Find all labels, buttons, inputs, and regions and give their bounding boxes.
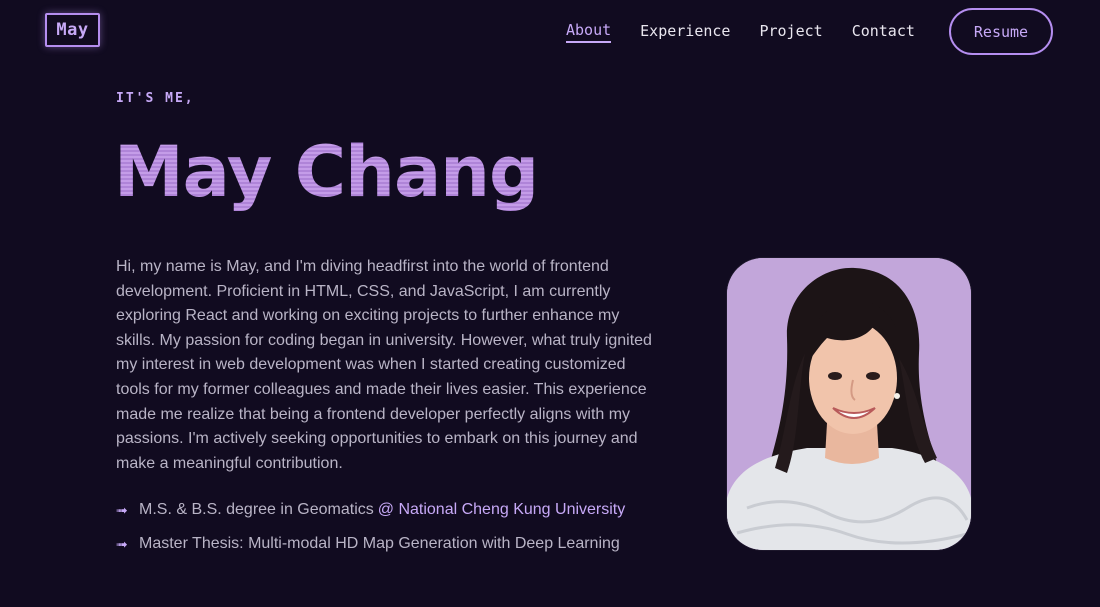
main-nav: About Experience Project Contact: [566, 21, 944, 43]
hero-kicker: IT'S ME,: [116, 91, 195, 106]
education-list: ➟ M.S. & B.S. degree in Geomatics @ Nati…: [116, 498, 716, 566]
nav-link-experience[interactable]: Experience: [640, 22, 730, 42]
profile-photo: [727, 258, 971, 550]
nav-link-about[interactable]: About: [566, 21, 612, 43]
portrait-illustration: [727, 258, 971, 550]
education-item-degree: ➟ M.S. & B.S. degree in Geomatics @ Nati…: [116, 498, 716, 522]
education-item-text: Master Thesis: Multi-modal HD Map Genera…: [139, 535, 620, 552]
hero-name: May Chang: [114, 131, 539, 213]
nav-link-contact[interactable]: Contact: [852, 22, 915, 42]
education-item-text: M.S. & B.S. degree in Geomatics: [139, 501, 374, 518]
university-link[interactable]: @ National Cheng Kung University: [378, 501, 625, 519]
education-item-thesis: ➟ Master Thesis: Multi-modal HD Map Gene…: [116, 532, 716, 556]
nav-link-project[interactable]: Project: [759, 22, 822, 42]
logo[interactable]: May: [45, 13, 100, 47]
logo-text: May: [56, 20, 89, 40]
arrow-bullet-icon: ➟: [116, 535, 128, 552]
hero-bio: Hi, my name is May, and I'm diving headf…: [116, 258, 652, 472]
arrow-bullet-icon: ➟: [116, 501, 128, 518]
resume-button[interactable]: Resume: [949, 8, 1053, 55]
